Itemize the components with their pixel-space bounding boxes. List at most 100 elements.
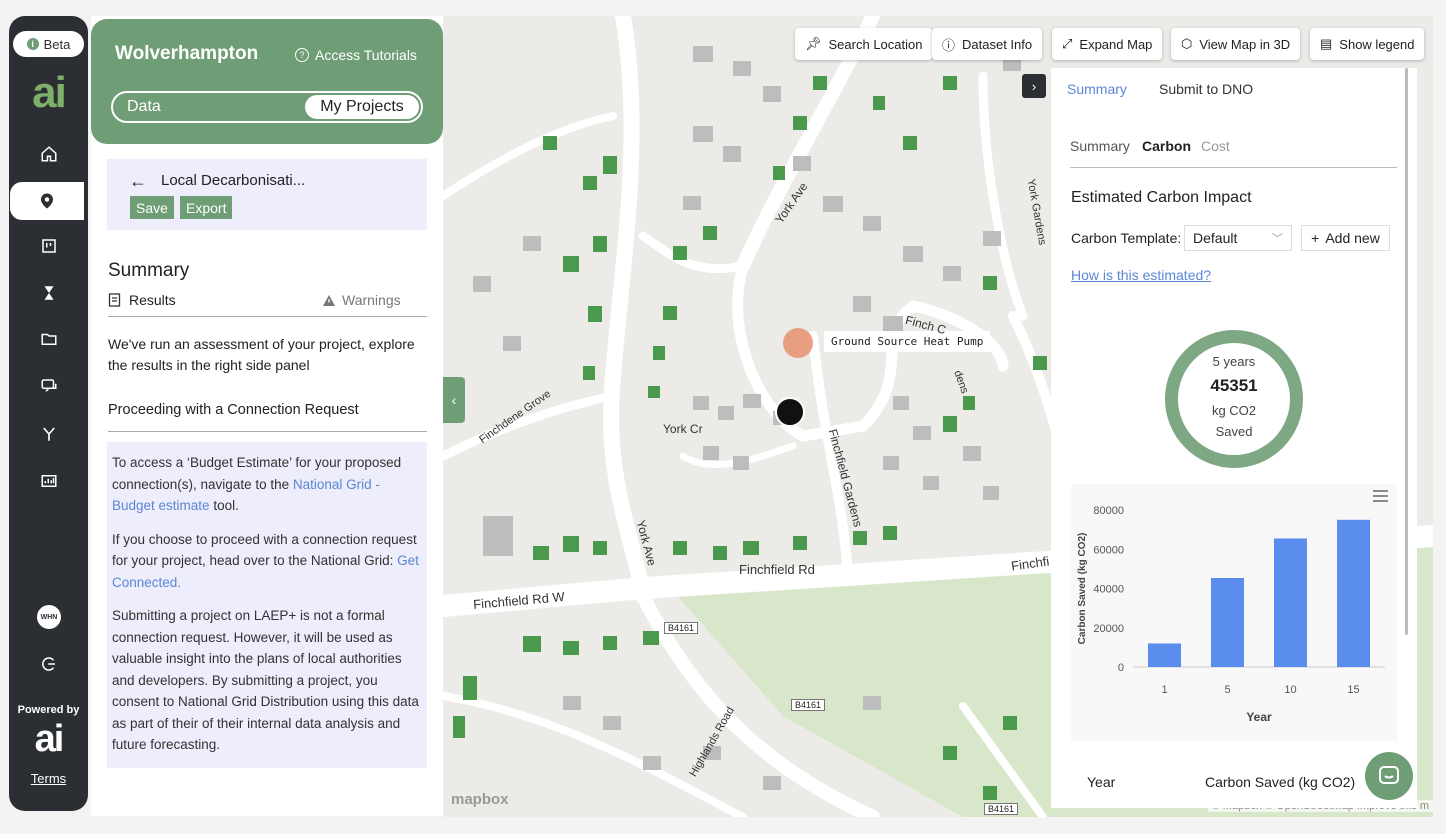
results-subtabs: Summary Carbon Cost xyxy=(1070,138,1397,168)
nav-messages[interactable] xyxy=(9,367,88,405)
pin-icon: 📌︎ xyxy=(805,36,822,51)
y-tick-label: 40000 xyxy=(1093,584,1124,596)
terms-link[interactable]: Terms xyxy=(9,771,88,786)
connect-text: If you choose to proceed with a connecti… xyxy=(112,531,417,569)
project-marker[interactable] xyxy=(775,397,805,427)
subtab-cost[interactable]: Cost xyxy=(1201,138,1230,154)
y-tick-label: 80000 xyxy=(1093,505,1124,517)
chevron-down-icon: ﹀ xyxy=(1272,233,1283,245)
chevron-left-icon: ‹ xyxy=(451,392,457,408)
carbon-ring-text: 5 years 45351 kg CO2 Saved xyxy=(1165,330,1303,468)
beta-badge: i Beta xyxy=(13,31,84,57)
document-icon xyxy=(108,293,121,307)
y-tick-label: 60000 xyxy=(1093,544,1124,556)
nav-folder[interactable] xyxy=(9,320,88,358)
ring-period: 5 years xyxy=(1212,354,1256,369)
avatar[interactable]: WHN xyxy=(37,605,61,629)
fork-icon xyxy=(42,427,55,441)
chat-support-button[interactable] xyxy=(1365,752,1413,800)
tab-summary[interactable]: Summary xyxy=(1067,81,1127,97)
tab-warnings-label: Warnings xyxy=(342,292,401,308)
nav-board[interactable] xyxy=(9,227,88,265)
logout-icon xyxy=(41,657,55,671)
logout-button[interactable] xyxy=(9,645,88,683)
nav-map[interactable] xyxy=(10,182,84,220)
toggle-data[interactable]: Data xyxy=(127,98,161,116)
carbon-chart: 0 20000 40000 60000 80000 1 5 10 15 Year Carbon Sa… xyxy=(1071,484,1397,741)
nav-analytics[interactable] xyxy=(9,462,88,500)
chevron-right-icon: › xyxy=(1031,78,1037,94)
connect-paragraph: If you choose to proceed with a connecti… xyxy=(112,529,422,594)
app-logo[interactable]: ai xyxy=(9,68,88,118)
access-tutorials-link[interactable]: ? Access Tutorials xyxy=(295,47,417,63)
subtab-carbon[interactable]: Carbon xyxy=(1142,138,1191,154)
tab-warnings[interactable]: Warnings xyxy=(322,292,401,308)
y-tick-label: 20000 xyxy=(1093,623,1124,635)
toggle-my-projects[interactable]: My Projects xyxy=(305,95,419,119)
panel-header: Wolverhampton ? Access Tutorials Data My … xyxy=(91,19,443,144)
ring-value: 45351 xyxy=(1210,376,1258,395)
nav-timeline[interactable] xyxy=(9,274,88,312)
tab-results[interactable]: Results xyxy=(108,292,176,308)
expand-map-button[interactable]: ⤢ Expand Map xyxy=(1052,28,1163,60)
subtab-summary[interactable]: Summary xyxy=(1070,138,1130,154)
ring-unit: kg CO2 xyxy=(1211,403,1257,418)
cube-icon: ⬡ xyxy=(1181,36,1193,51)
assessment-intro: We've run an assessment of your project,… xyxy=(108,336,415,373)
info-icon: ⓘ xyxy=(942,37,956,53)
collapse-right-button[interactable]: › xyxy=(1022,74,1046,98)
nav-scenarios[interactable] xyxy=(9,415,88,453)
save-button[interactable]: Save xyxy=(130,196,174,219)
beta-label: Beta xyxy=(43,36,71,52)
chart-icon xyxy=(41,475,56,487)
chart-bar xyxy=(1148,643,1181,667)
tab-results-label: Results xyxy=(129,292,176,308)
x-tick-label: 10 xyxy=(1284,684,1296,696)
chart-bar xyxy=(1274,538,1307,667)
hourglass-icon xyxy=(44,286,53,300)
chat-icon xyxy=(41,379,56,392)
road-number-tag: B4161 xyxy=(664,622,699,634)
road-label: Finchfield Rd xyxy=(739,562,815,577)
expand-icon: ⤢ xyxy=(1062,36,1073,51)
summary-heading: Summary xyxy=(108,260,190,281)
connection-info-box: To access a ‘Budget Estimate’ for your p… xyxy=(107,442,427,768)
project-name: Local Decarbonisati... xyxy=(161,172,306,189)
road-number-tag: B4161 xyxy=(791,699,826,711)
table-header-carbon: Carbon Saved (kg CO2) xyxy=(1205,774,1356,790)
budget-text-b: tool. xyxy=(209,498,239,513)
marker-label: Ground Source Heat Pump xyxy=(824,331,991,352)
nav-home[interactable] xyxy=(9,135,88,173)
view-3d-label: View Map in 3D xyxy=(1199,36,1291,52)
dataset-info-button[interactable]: ⓘ Dataset Info xyxy=(932,28,1043,60)
panel-scrollbar[interactable] xyxy=(1405,68,1408,635)
carbon-template-label: Carbon Template: xyxy=(1071,230,1182,246)
view-3d-button[interactable]: ⬡ View Map in 3D xyxy=(1171,28,1301,60)
back-arrow-icon[interactable]: ← xyxy=(129,171,147,192)
location-pin-icon xyxy=(41,193,53,209)
export-button[interactable]: Export xyxy=(180,196,233,219)
chart-bar xyxy=(1211,577,1244,667)
search-location-button[interactable]: 📌︎ Search Location xyxy=(795,28,933,60)
budget-paragraph: To access a ‘Budget Estimate’ for your p… xyxy=(112,452,422,517)
footer-logo: ai xyxy=(34,718,65,760)
collapse-panel-button[interactable]: ‹ xyxy=(443,377,465,423)
show-legend-button[interactable]: ▤ Show legend xyxy=(1310,28,1425,60)
tab-submit-to-dno[interactable]: Submit to DNO xyxy=(1159,81,1253,97)
x-tick-label: 5 xyxy=(1224,684,1230,696)
add-new-template-button[interactable]: + Add new xyxy=(1301,225,1390,251)
connection-request-heading: Proceeding with a Connection Request xyxy=(108,402,427,432)
carbon-template-select[interactable]: Default ﹀ xyxy=(1184,225,1292,251)
side-rail: i Beta ai WHN Powered by ai Terms xyxy=(9,16,88,811)
how-estimated-link[interactable]: How is this estimated? xyxy=(1071,267,1211,283)
region-title: Wolverhampton xyxy=(115,43,259,64)
carbon-template-value: Default xyxy=(1193,230,1238,246)
mapbox-logo: mapbox xyxy=(451,791,509,808)
carbon-impact-title: Estimated Carbon Impact xyxy=(1071,189,1252,206)
heat-pump-marker[interactable] xyxy=(783,328,813,358)
ring-label: Saved xyxy=(1215,424,1253,439)
chart-menu-icon[interactable] xyxy=(1373,490,1388,502)
dataset-info-label: Dataset Info xyxy=(962,36,1033,52)
disclaimer-paragraph: Submitting a project on LAEP+ is not a f… xyxy=(112,608,419,752)
tutorials-label: Access Tutorials xyxy=(315,47,417,63)
